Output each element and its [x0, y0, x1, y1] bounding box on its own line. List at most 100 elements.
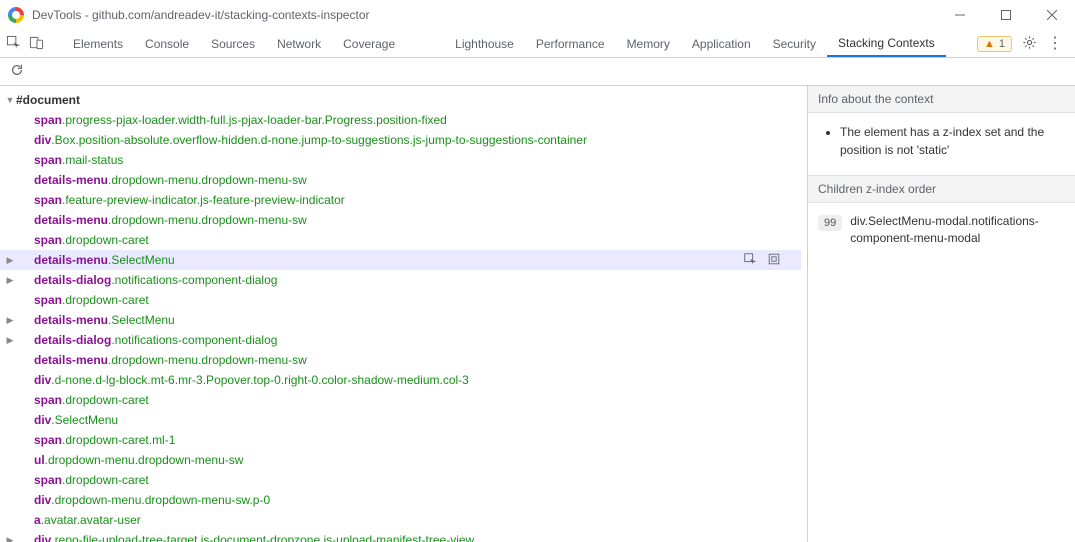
element-tag: details-menu: [34, 173, 108, 187]
element-tag: span: [34, 393, 62, 407]
element-classes: .dropdown-caret: [62, 393, 149, 407]
window-close-button[interactable]: [1029, 0, 1075, 30]
tree-row-21[interactable]: ▶div.repo-file-upload-tree-target.js-doc…: [0, 530, 801, 542]
element-classes: .repo-file-upload-tree-target.js-documen…: [51, 533, 474, 542]
close-icon: [1047, 10, 1057, 20]
tree-row-7[interactable]: ▶ details-menu.SelectMenu: [0, 250, 801, 270]
tree-row-3[interactable]: details-menu.dropdown-menu.dropdown-menu…: [0, 170, 801, 190]
element-classes: .dropdown-caret.ml-1: [62, 433, 175, 447]
window-controls: [937, 0, 1075, 30]
element-classes: .dropdown-menu.dropdown-menu-sw.p-0: [51, 493, 270, 507]
tree-row-9[interactable]: span.dropdown-caret: [0, 290, 801, 310]
panel-workspace: ▼#documentspan.progress-pjax-loader.widt…: [0, 86, 1075, 542]
element-classes: .avatar.avatar-user: [41, 513, 141, 527]
element-classes: .d-none.d-lg-block.mt-6.mr-3.Popover.top…: [51, 373, 469, 387]
warnings-count: 1: [999, 38, 1005, 50]
tab-security[interactable]: Security: [762, 30, 827, 57]
settings-button[interactable]: [1022, 35, 1037, 53]
devtools-app-icon: [8, 7, 24, 23]
expand-arrow-icon[interactable]: ▶: [4, 335, 16, 346]
element-tag: span: [34, 233, 62, 247]
expand-arrow-icon[interactable]: ▶: [4, 535, 16, 542]
warnings-badge[interactable]: ▲ 1: [977, 36, 1012, 52]
element-classes: .SelectMenu: [108, 253, 175, 267]
element-tag: span: [34, 113, 62, 127]
reveal-in-elements-icon[interactable]: [743, 252, 757, 269]
more-menu-button[interactable]: ⋮: [1047, 36, 1063, 52]
tab-application[interactable]: Application: [681, 30, 762, 57]
tree-row-8[interactable]: ▶ details-dialog.notifications-component-…: [0, 270, 801, 290]
expand-arrow-icon[interactable]: ▶: [4, 315, 16, 326]
expand-arrow-icon[interactable]: ▶: [4, 255, 16, 266]
tree-row-19[interactable]: div.dropdown-menu.dropdown-menu-sw.p-0: [0, 490, 801, 510]
tab-performance[interactable]: Performance: [525, 30, 616, 57]
tree-row-20[interactable]: a.avatar.avatar-user: [0, 510, 801, 530]
tab-stacking-contexts[interactable]: Stacking Contexts: [827, 30, 946, 57]
zindex-badge: 99: [818, 215, 842, 231]
tab-coverage[interactable]: Coverage: [332, 30, 406, 57]
element-classes: .dropdown-menu.dropdown-menu-sw: [45, 453, 244, 467]
tree-row-17[interactable]: ul.dropdown-menu.dropdown-menu-sw: [0, 450, 801, 470]
tab-elements[interactable]: Elements: [62, 30, 134, 57]
element-tag: details-dialog: [34, 333, 111, 347]
device-toolbar-icon[interactable]: [29, 35, 44, 53]
tab-sources[interactable]: Sources: [200, 30, 266, 57]
tree-row-10[interactable]: ▶details-menu.SelectMenu: [0, 310, 801, 330]
expand-arrow-icon[interactable]: ▼: [4, 95, 16, 105]
tree-row-13[interactable]: div.d-none.d-lg-block.mt-6.mr-3.Popover.…: [0, 370, 801, 390]
element-tag: details-dialog: [34, 273, 111, 287]
tree-row-12[interactable]: details-menu.dropdown-menu.dropdown-menu…: [0, 350, 801, 370]
tree-row-4[interactable]: span.feature-preview-indicator.js-featur…: [0, 190, 801, 210]
window-title: DevTools - github.com/andreadev-it/stack…: [32, 8, 370, 22]
tree-row-2[interactable]: span.mail-status: [0, 150, 801, 170]
inspect-element-icon[interactable]: [6, 35, 21, 53]
scroll-into-view-icon[interactable]: [767, 252, 781, 269]
devtools-tabbar: ElementsConsoleSourcesNetworkCoverage Lig…: [0, 30, 1075, 58]
expand-arrow-icon[interactable]: ▶: [4, 275, 16, 286]
info-section-body: The element has a z-index set and the po…: [808, 113, 1075, 175]
element-tag: span: [34, 433, 62, 447]
element-classes: .dropdown-caret: [62, 293, 149, 307]
tab-memory[interactable]: Memory: [616, 30, 681, 57]
tab-console[interactable]: Console: [134, 30, 200, 57]
element-tag: span: [34, 153, 62, 167]
tree-row-1[interactable]: div.Box.position-absolute.overflow-hidde…: [0, 130, 801, 150]
tree-root-label: #document: [16, 93, 80, 107]
tab-network[interactable]: Network: [266, 30, 332, 57]
tree-row-0[interactable]: span.progress-pjax-loader.width-full.js-…: [0, 110, 801, 130]
tree-row-16[interactable]: span.dropdown-caret.ml-1: [0, 430, 801, 450]
child-zindex-row[interactable]: 99 div.SelectMenu-modal.notifications-co…: [818, 213, 1065, 247]
tree-root[interactable]: ▼#document: [0, 90, 801, 110]
element-tag: details-menu: [34, 253, 108, 267]
element-tag: div: [34, 413, 51, 427]
reload-icon: [10, 63, 24, 77]
context-details-pane: Info about the context The element has a…: [807, 86, 1075, 542]
reload-button[interactable]: [10, 63, 24, 80]
tree-row-11[interactable]: ▶details-dialog.notifications-component-…: [0, 330, 801, 350]
element-tag: div: [34, 133, 51, 147]
panel-toolbar: [0, 58, 1075, 86]
element-tag: div: [34, 493, 51, 507]
tree-row-15[interactable]: div.SelectMenu: [0, 410, 801, 430]
element-classes: .dropdown-caret: [62, 473, 149, 487]
minimize-icon: [955, 10, 965, 20]
maximize-icon: [1001, 10, 1011, 20]
element-classes: .progress-pjax-loader.width-full.js-pjax…: [62, 113, 447, 127]
window-maximize-button[interactable]: [983, 0, 1029, 30]
element-classes: .notifications-component-dialog: [111, 273, 277, 287]
tree-row-18[interactable]: span.dropdown-caret: [0, 470, 801, 490]
tree-row-14[interactable]: span.dropdown-caret: [0, 390, 801, 410]
stacking-contexts-tree[interactable]: ▼#documentspan.progress-pjax-loader.widt…: [0, 86, 801, 542]
gear-icon: [1022, 35, 1037, 50]
child-classes: .SelectMenu-modal.notifications-componen…: [850, 214, 1039, 245]
tree-row-6[interactable]: span.dropdown-caret: [0, 230, 801, 250]
tab-lighthouse[interactable]: Lighthouse: [444, 30, 525, 57]
element-classes: .dropdown-menu.dropdown-menu-sw: [108, 173, 307, 187]
element-tag: span: [34, 473, 62, 487]
element-classes: .dropdown-menu.dropdown-menu-sw: [108, 353, 307, 367]
window-titlebar: DevTools - github.com/andreadev-it/stack…: [0, 0, 1075, 30]
children-section-header: Children z-index order: [808, 175, 1075, 203]
tree-row-5[interactable]: details-menu.dropdown-menu.dropdown-menu…: [0, 210, 801, 230]
window-minimize-button[interactable]: [937, 0, 983, 30]
element-classes: .dropdown-menu.dropdown-menu-sw: [108, 213, 307, 227]
